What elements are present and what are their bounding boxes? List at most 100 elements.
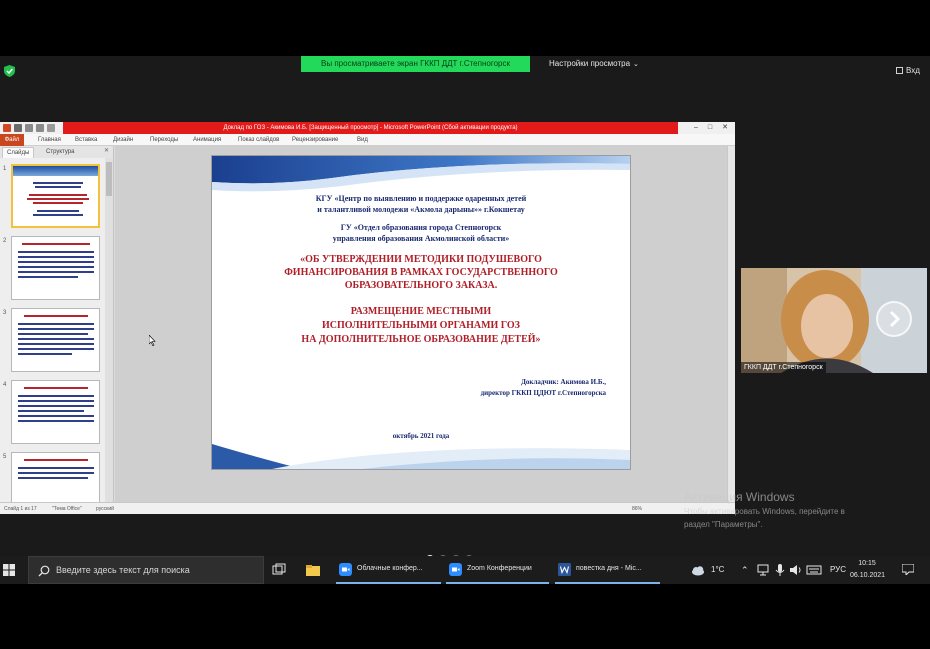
thumb-number: 2 bbox=[3, 238, 7, 244]
thumb-header bbox=[13, 166, 98, 176]
slides-pane-tabs: Слайды Структура ✕ bbox=[0, 146, 113, 158]
slide-thumbnail-1[interactable] bbox=[11, 164, 100, 228]
chevron-down-icon: ⌄ bbox=[633, 61, 639, 68]
close-pane-icon[interactable]: ✕ bbox=[104, 147, 109, 154]
slide-title-line-3: ОБРАЗОВАТЕЛЬНОГО ЗАКАЗА. bbox=[344, 280, 498, 291]
activate-windows-text-2: раздел "Параметры". bbox=[684, 520, 763, 529]
ribbon-tab-design[interactable]: Дизайн bbox=[113, 134, 133, 146]
slide-editor-scrollbar[interactable] bbox=[727, 146, 735, 502]
microphone-icon[interactable] bbox=[772, 562, 788, 578]
slide-thumbnail-4[interactable] bbox=[11, 380, 100, 444]
next-video-button[interactable] bbox=[876, 301, 912, 337]
close-icon[interactable]: ✕ bbox=[719, 122, 731, 134]
ribbon-tab-animation[interactable]: Анимация bbox=[193, 134, 221, 146]
scrollbar-thumb[interactable] bbox=[106, 162, 112, 196]
taskbar-app-zoom-meeting[interactable]: Zoom Конференции bbox=[446, 556, 549, 584]
minimize-icon[interactable]: – bbox=[690, 122, 702, 134]
shared-powerpoint-window: Доклад по ГОЗ - Акимова И.Б. [Защищенный… bbox=[0, 122, 735, 514]
undo-icon[interactable] bbox=[25, 124, 33, 132]
security-shield-icon[interactable] bbox=[4, 65, 15, 77]
slide-speaker-title: директор ГККП ЦДЮТ г.Степногорска bbox=[480, 389, 606, 397]
weather-cloud-icon[interactable] bbox=[690, 562, 706, 578]
speaker-volume-icon[interactable] bbox=[788, 562, 804, 578]
zoom-app-icon bbox=[449, 563, 462, 576]
ribbon-tab-insert[interactable]: Вставка bbox=[75, 134, 97, 146]
view-options-label: Настройки просмотра bbox=[549, 59, 631, 68]
slide-thumbnail-5[interactable] bbox=[11, 452, 100, 502]
taskbar-app-zoom-cloud[interactable]: Облачные конфер... bbox=[336, 556, 441, 584]
taskbar-app-word[interactable]: повестка дня - Mic... bbox=[555, 556, 660, 584]
viewing-screen-banner: Вы просматриваете экран ГККП ДДТ г.Степн… bbox=[301, 56, 530, 72]
slide-thumbnail-2[interactable] bbox=[11, 236, 100, 300]
zoom-screen-share: Вы просматриваете экран ГККП ДДТ г.Степн… bbox=[0, 0, 930, 649]
word-app-icon bbox=[558, 563, 571, 576]
slide-title-line-4: РАЗМЕЩЕНИЕ МЕСТНЫМИ bbox=[350, 306, 492, 317]
keyboard-icon[interactable] bbox=[806, 562, 822, 578]
status-slide-counter: Слайд 1 из 17 bbox=[4, 506, 37, 512]
status-theme: "Тема Office" bbox=[52, 506, 82, 512]
zoom-window: Вы просматриваете экран ГККП ДДТ г.Степн… bbox=[0, 56, 930, 556]
taskbar-app-label: Облачные конфер... bbox=[357, 565, 423, 572]
redo-icon[interactable] bbox=[36, 124, 44, 132]
ribbon-tab-home[interactable]: Главная bbox=[38, 134, 61, 146]
fullscreen-icon bbox=[896, 67, 903, 74]
ppt-window-title: Доклад по ГОЗ - Акимова И.Б. [Защищенный… bbox=[63, 122, 678, 134]
ribbon-tab-slideshow[interactable]: Показ слайдов bbox=[238, 134, 279, 146]
notifications-icon[interactable] bbox=[902, 564, 914, 575]
tab-slides[interactable]: Слайды bbox=[2, 147, 35, 158]
slide-dept-line-1: ГУ «Отдел образования города Степногорск bbox=[340, 223, 502, 232]
network-icon[interactable] bbox=[755, 562, 771, 578]
ppt-status-bar: Слайд 1 из 17 "Тема Office" русский 86% bbox=[0, 502, 735, 514]
status-zoom-level: 86% bbox=[632, 506, 643, 512]
slide-footer-wave bbox=[212, 444, 630, 469]
slide-dept-line-2: управления образования Акмолинской облас… bbox=[332, 234, 510, 243]
ppt-app-icon bbox=[3, 124, 11, 132]
taskbar-app-label: повестка дня - Mic... bbox=[576, 565, 642, 572]
clock-date: 06.10.2021 bbox=[850, 572, 886, 579]
file-explorer-icon[interactable] bbox=[305, 562, 321, 578]
slide-title-line-2: ФИНАНСИРОВАНИЯ В РАМКАХ ГОСУДАРСТВЕННОГО bbox=[284, 267, 558, 278]
current-slide[interactable]: КГУ «Центр по выявлению и поддержке одар… bbox=[212, 156, 630, 469]
ribbon-tab-view[interactable]: Вид bbox=[357, 134, 368, 146]
windows-start-icon[interactable] bbox=[3, 564, 15, 576]
participant-name: ГККП ДДТ г.Степногорск bbox=[741, 362, 826, 373]
ppt-workspace: Слайды Структура ✕ 1 2 3 4 5 КГУ «Центр … bbox=[0, 146, 735, 502]
slide-header-wave bbox=[212, 156, 630, 192]
activate-windows-title: Активация Windows bbox=[684, 490, 795, 504]
task-view-icon[interactable] bbox=[271, 562, 287, 578]
slide-title-line-6: НА ДОПОЛНИТЕЛЬНОЕ ОБРАЗОВАНИЕ ДЕТЕЙ» bbox=[301, 334, 541, 345]
taskbar-clock[interactable]: 10:15 06.10.2021 bbox=[850, 558, 886, 582]
thumb-number: 3 bbox=[3, 310, 7, 316]
slide-editor-area: КГУ «Центр по выявлению и поддержке одар… bbox=[115, 146, 727, 502]
customize-qat-icon[interactable] bbox=[47, 124, 55, 132]
ribbon-tab-review[interactable]: Рецензирование bbox=[292, 134, 338, 146]
weather-temperature[interactable]: 1°C bbox=[711, 556, 724, 584]
chevron-right-icon bbox=[889, 310, 901, 328]
slides-pane: Слайды Структура ✕ 1 2 3 4 5 bbox=[0, 146, 114, 502]
chevron-up-icon[interactable]: ⌃ bbox=[741, 556, 749, 584]
input-language[interactable]: РУС bbox=[830, 556, 846, 584]
maximize-icon[interactable]: □ bbox=[704, 122, 716, 134]
search-icon bbox=[38, 565, 50, 577]
activate-windows-text-1: Чтобы активировать Windows, перейдите в bbox=[684, 507, 845, 516]
ribbon-tab-transitions[interactable]: Переходы bbox=[150, 134, 178, 146]
ppt-title-bar: Доклад по ГОЗ - Акимова И.Б. [Защищенный… bbox=[0, 122, 735, 134]
enter-fullscreen-button[interactable]: Вхд bbox=[896, 65, 920, 77]
taskbar-search-box[interactable]: Введите здесь текст для поиска bbox=[28, 556, 264, 584]
tab-outline[interactable]: Структура bbox=[42, 147, 78, 158]
view-options-menu[interactable]: Настройки просмотра ⌄ bbox=[549, 57, 639, 71]
slide-speaker-name: Докладчик: Акимова И.Б., bbox=[521, 378, 606, 386]
thumb-number: 1 bbox=[3, 166, 7, 172]
taskbar-app-label: Zoom Конференции bbox=[467, 565, 532, 572]
save-icon[interactable] bbox=[14, 124, 22, 132]
slides-pane-scrollbar[interactable] bbox=[105, 158, 113, 502]
slide-thumbnail-3[interactable] bbox=[11, 308, 100, 372]
zoom-top-bar: Вы просматриваете экран ГККП ДДТ г.Степн… bbox=[0, 56, 930, 84]
ribbon-tab-file[interactable]: Файл bbox=[0, 134, 24, 146]
ppt-ribbon-tabs: Файл Главная Вставка Дизайн Переходы Ани… bbox=[0, 134, 735, 146]
thumb-number: 4 bbox=[3, 382, 7, 388]
thumb-number: 5 bbox=[3, 454, 7, 460]
slide-org-line-2: и талантливой молодежи «Акмола дарыны»» … bbox=[317, 205, 525, 214]
slide-title-line-1: «ОБ УТВЕРЖДЕНИИ МЕТОДИКИ ПОДУШЕВОГО bbox=[300, 254, 542, 265]
slide-date: октябрь 2021 года bbox=[392, 432, 450, 440]
